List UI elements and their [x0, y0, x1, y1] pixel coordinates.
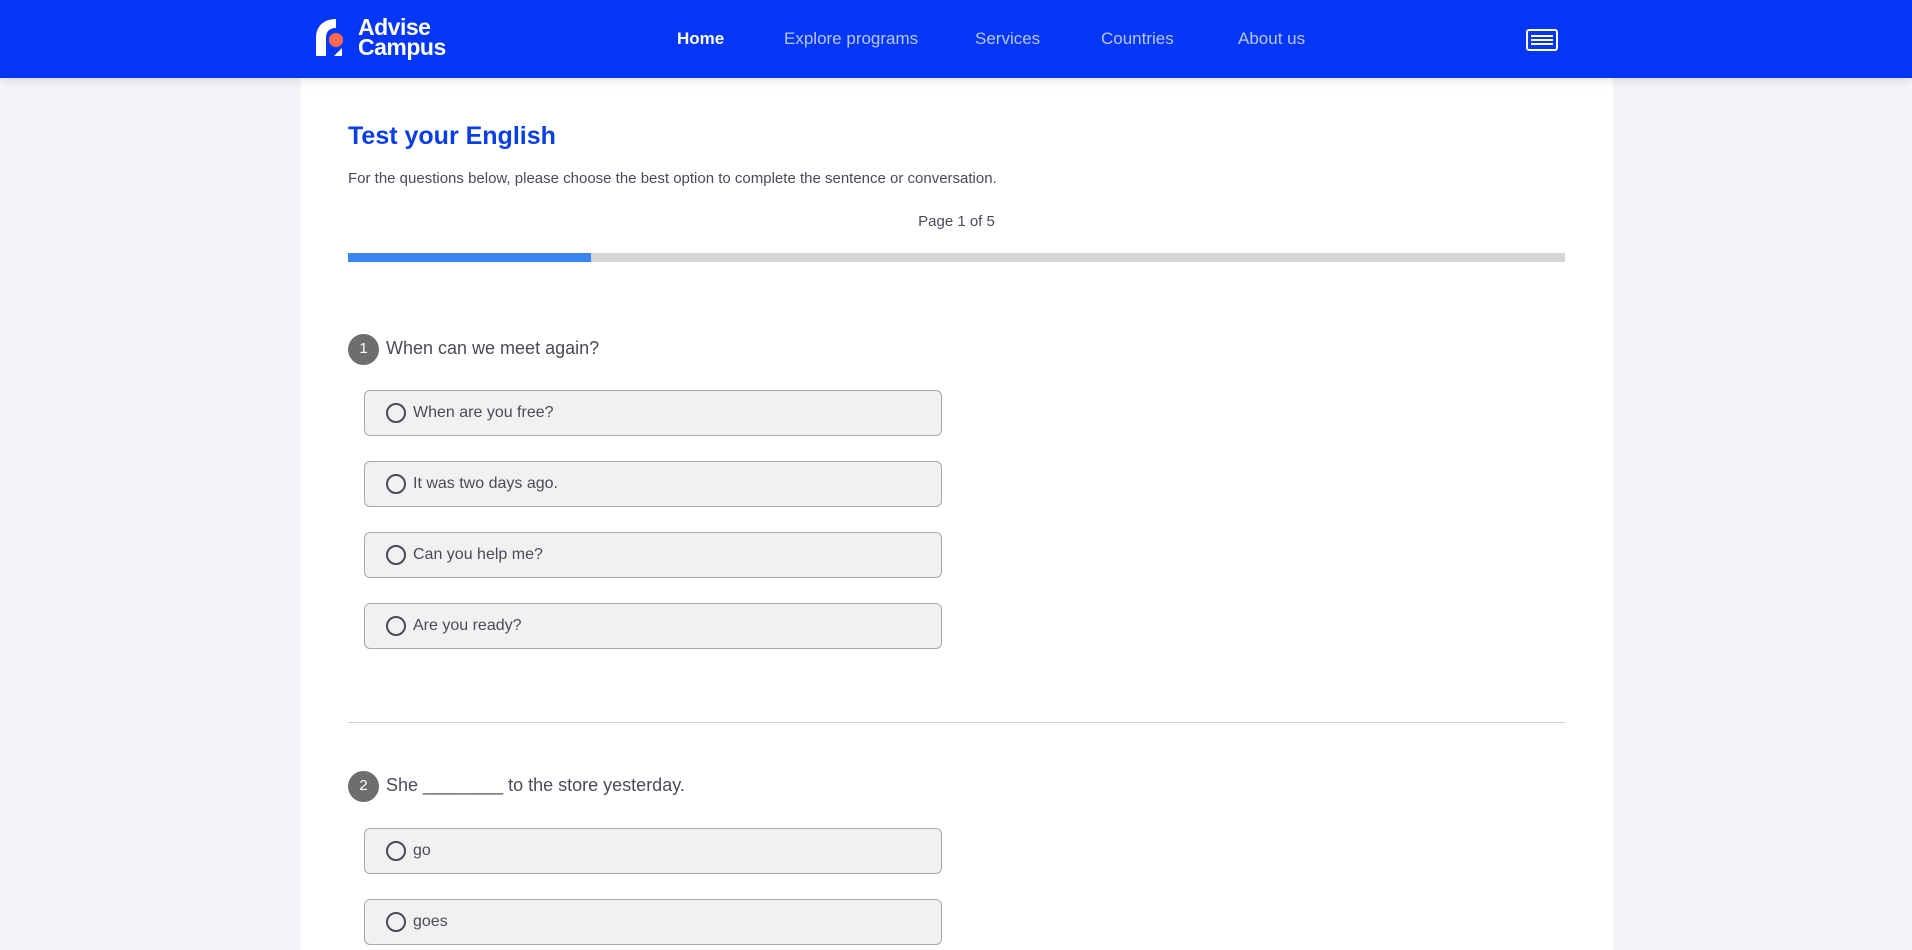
progress-bar-fill — [348, 253, 592, 262]
logo-line-2: Campus — [358, 34, 446, 60]
answer-option[interactable]: goes — [364, 899, 942, 945]
page-indicator: Page 1 of 5 — [918, 213, 995, 230]
radio-button-icon[interactable] — [386, 545, 406, 565]
advise-campus-logo[interactable]: Advise Campus — [312, 16, 446, 60]
radio-button-icon[interactable] — [386, 841, 406, 861]
nav-services[interactable]: Services — [975, 29, 1040, 49]
logo-mark-icon — [316, 19, 343, 56]
logo-wordmark: Advise Campus — [358, 16, 446, 60]
question-number-badge: 2 — [348, 771, 379, 802]
radio-button-icon[interactable] — [386, 616, 406, 636]
answer-option-label: Can you help me? — [413, 546, 543, 563]
question-divider — [348, 722, 1565, 723]
quiz-card — [301, 78, 1613, 950]
radio-button-icon[interactable] — [386, 912, 406, 932]
nav-explore-programs[interactable]: Explore programs — [784, 29, 918, 49]
answer-option[interactable]: It was two days ago. — [364, 461, 942, 507]
nav-home[interactable]: Home — [677, 29, 724, 49]
progress-bar — [348, 253, 1565, 262]
question-text: She ________ to the store yesterday. — [386, 775, 685, 795]
answer-option[interactable]: When are you free? — [364, 390, 942, 436]
radio-button-icon[interactable] — [386, 403, 406, 423]
nav-countries[interactable]: Countries — [1101, 29, 1174, 49]
answer-option-label: goes — [413, 913, 448, 930]
answer-option[interactable]: go — [364, 828, 942, 874]
answer-option-label: Are you ready? — [413, 617, 522, 634]
quiz-instructions: For the questions below, please choose t… — [348, 170, 997, 187]
question-number-badge: 1 — [348, 334, 379, 365]
hamburger-menu-icon[interactable] — [1526, 29, 1558, 51]
top-navbar: Advise Campus Home Explore programs Serv… — [0, 0, 1912, 78]
page-title: Test your English — [348, 122, 556, 150]
question-text: When can we meet again? — [386, 338, 600, 358]
answer-option-label: go — [413, 842, 431, 859]
nav-about-us[interactable]: About us — [1238, 29, 1305, 49]
answer-option-label: It was two days ago. — [413, 475, 558, 492]
radio-button-icon[interactable] — [386, 474, 406, 494]
answer-option[interactable]: Are you ready? — [364, 603, 942, 649]
answer-option-label: When are you free? — [413, 404, 554, 421]
answer-option[interactable]: Can you help me? — [364, 532, 942, 578]
